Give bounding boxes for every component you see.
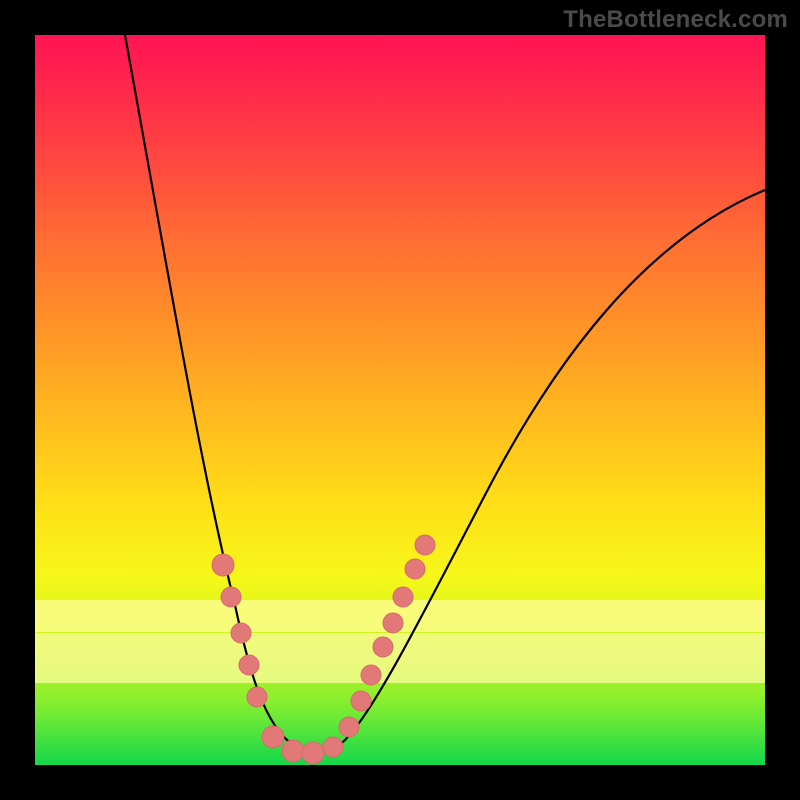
bottleneck-curve <box>125 35 765 753</box>
curve-marker <box>373 637 393 657</box>
curve-marker <box>393 587 413 607</box>
curve-layer <box>35 35 765 765</box>
curve-marker <box>262 726 284 748</box>
curve-marker <box>351 691 371 711</box>
curve-marker <box>221 587 241 607</box>
chart-frame: TheBottleneck.com <box>0 0 800 800</box>
curve-marker <box>302 742 324 764</box>
curve-marker <box>405 559 425 579</box>
curve-marker <box>323 737 343 757</box>
curve-marker <box>247 687 267 707</box>
curve-marker <box>361 665 381 685</box>
curve-marker <box>231 623 251 643</box>
watermark-label: TheBottleneck.com <box>563 6 788 34</box>
curve-marker <box>339 717 359 737</box>
curve-marker <box>212 554 234 576</box>
curve-marker <box>282 740 304 762</box>
curve-marker <box>415 535 435 555</box>
curve-marker <box>239 655 259 675</box>
curve-marker <box>383 613 403 633</box>
